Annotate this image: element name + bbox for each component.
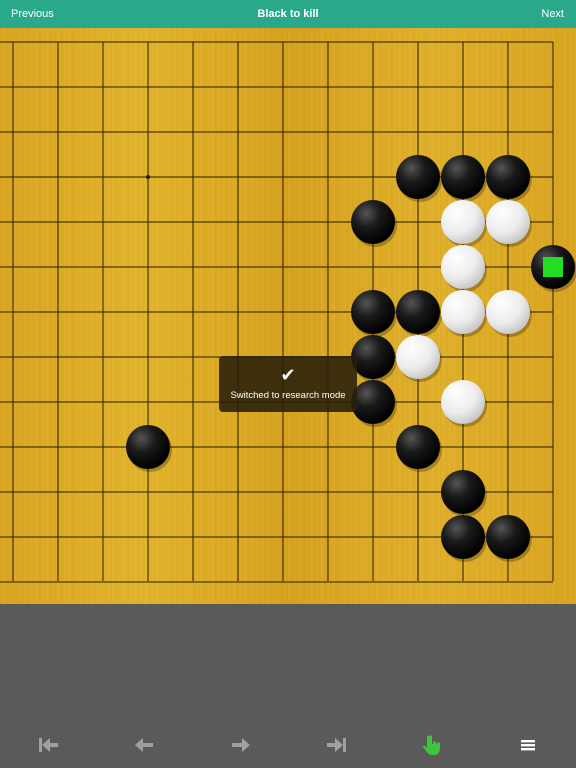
white-stone <box>441 245 485 289</box>
white-stone <box>441 200 485 244</box>
first-move-icon[interactable] <box>36 733 62 757</box>
last-move-icon[interactable] <box>323 733 349 757</box>
next-button[interactable]: Next <box>541 8 564 20</box>
problem-title: Black to kill <box>257 8 319 20</box>
hand-pointer-icon[interactable] <box>419 733 445 757</box>
top-bar: Previous Black to kill Next <box>0 0 576 28</box>
black-stone <box>351 290 395 334</box>
last-move-marker <box>543 257 563 277</box>
black-stone <box>396 290 440 334</box>
black-stone <box>396 425 440 469</box>
black-stone <box>486 155 530 199</box>
black-stone <box>441 470 485 514</box>
black-stone <box>351 380 395 424</box>
black-stone <box>441 515 485 559</box>
white-stone <box>441 380 485 424</box>
menu-icon[interactable] <box>515 733 541 757</box>
bottom-panel <box>0 604 576 768</box>
star-point <box>146 175 150 179</box>
next-move-icon[interactable] <box>227 733 253 757</box>
white-stone <box>486 290 530 334</box>
mode-toast: ✔ Switched to research mode <box>219 356 357 412</box>
white-stone <box>396 335 440 379</box>
black-stone <box>126 425 170 469</box>
black-stone <box>486 515 530 559</box>
black-stone <box>351 335 395 379</box>
checkmark-icon: ✔ <box>280 365 296 385</box>
black-stone <box>396 155 440 199</box>
white-stone <box>486 200 530 244</box>
go-board[interactable] <box>0 28 576 604</box>
black-stone <box>351 200 395 244</box>
black-stone <box>441 155 485 199</box>
board-grid[interactable] <box>0 28 576 604</box>
previous-move-icon[interactable] <box>132 733 158 757</box>
toast-message: Switched to research mode <box>230 390 346 401</box>
white-stone <box>441 290 485 334</box>
